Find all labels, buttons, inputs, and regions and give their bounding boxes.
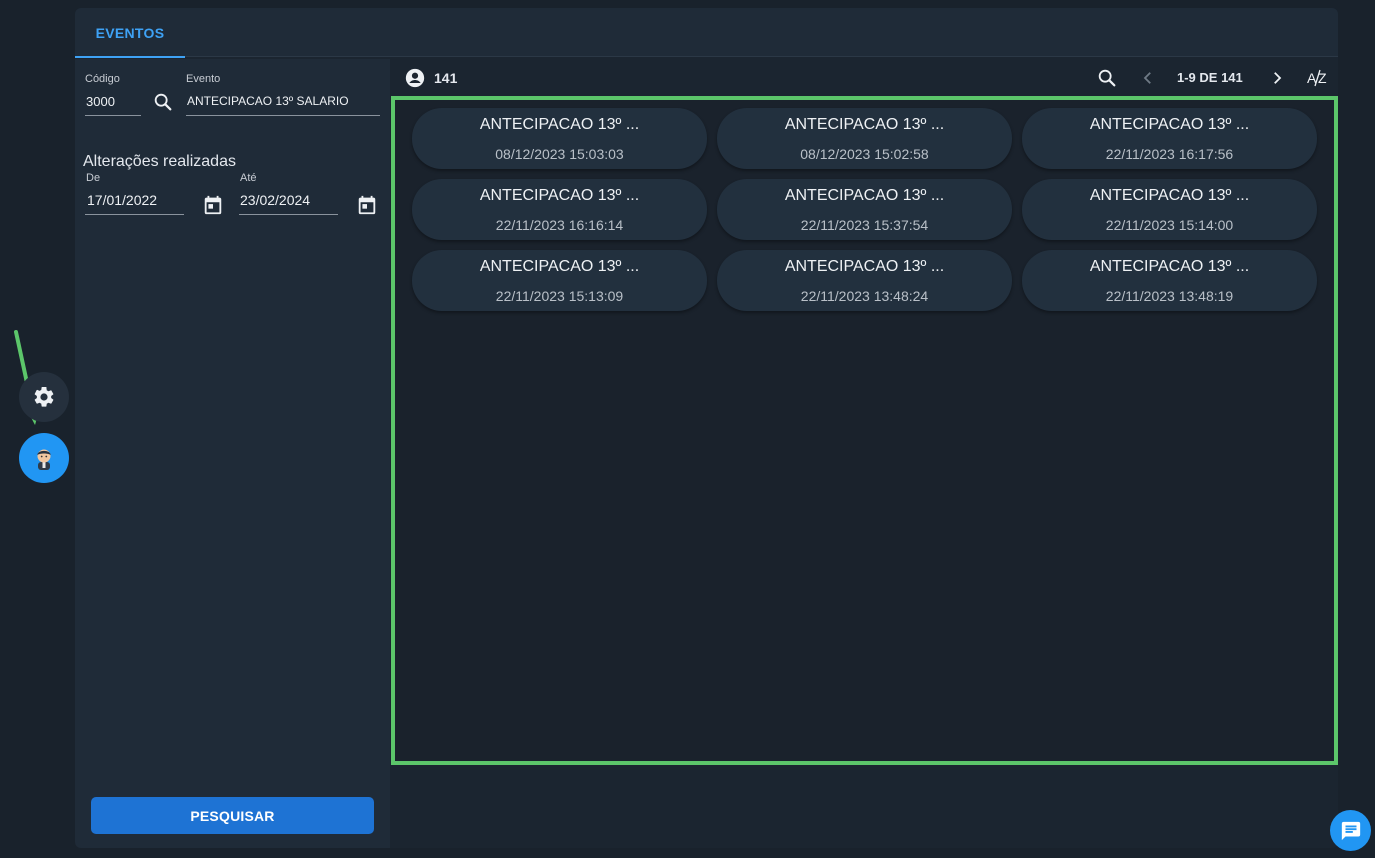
tab-label: EVENTOS xyxy=(95,24,165,41)
ate-underline xyxy=(239,214,338,215)
user-avatar-button[interactable] xyxy=(19,433,69,483)
event-card[interactable]: ANTECIPACAO 13º ... 22/11/2023 13:48:19 xyxy=(1022,250,1317,311)
event-card[interactable]: ANTECIPACAO 13º ... 22/11/2023 16:17:56 xyxy=(1022,108,1317,169)
card-title: ANTECIPACAO 13º ... xyxy=(784,258,945,275)
card-date: 08/12/2023 15:03:03 xyxy=(495,146,624,162)
card-title: ANTECIPACAO 13º ... xyxy=(1089,116,1250,133)
filter-sidebar: Código 3000 Evento ANTECIPACAO 13º SALAR… xyxy=(75,59,390,848)
tab-eventos[interactable]: EVENTOS xyxy=(75,8,185,58)
section-title: Alterações realizadas xyxy=(83,153,236,170)
card-date: 08/12/2023 15:02:58 xyxy=(800,146,929,162)
evento-underline xyxy=(186,115,380,116)
prev-page-button[interactable] xyxy=(1137,66,1159,90)
card-title: ANTECIPACAO 13º ... xyxy=(784,116,945,133)
de-underline xyxy=(85,214,184,215)
card-title: ANTECIPACAO 13º ... xyxy=(1089,258,1250,275)
account-circle-icon xyxy=(405,68,425,88)
card-title: ANTECIPACAO 13º ... xyxy=(479,187,640,204)
event-card[interactable]: ANTECIPACAO 13º ... 22/11/2023 15:13:09 xyxy=(412,250,707,311)
chat-button[interactable] xyxy=(1330,810,1371,851)
ate-value: 23/02/2024 xyxy=(240,192,311,208)
gear-icon xyxy=(34,386,54,407)
settings-button[interactable] xyxy=(19,372,69,422)
results-grid: ANTECIPACAO 13º ... 08/12/2023 15:03:03 … xyxy=(391,96,1338,765)
pagination-text: 1-9 DE 141 xyxy=(1177,70,1243,85)
card-date: 22/11/2023 16:16:14 xyxy=(495,217,624,233)
card-title: ANTECIPACAO 13º ... xyxy=(479,116,640,133)
next-page-button[interactable] xyxy=(1266,66,1288,90)
pesquisar-button[interactable]: PESQUISAR xyxy=(91,797,374,834)
event-card[interactable]: ANTECIPACAO 13º ... 08/12/2023 15:03:03 xyxy=(412,108,707,169)
calendar-icon xyxy=(358,195,376,215)
results-count: 141 xyxy=(404,67,457,89)
de-label: De xyxy=(86,172,101,184)
codigo-value: 3000 xyxy=(86,94,115,109)
sort-button[interactable]: A Z xyxy=(1305,66,1331,90)
chat-icon xyxy=(1341,821,1360,840)
card-title: ANTECIPACAO 13º ... xyxy=(479,258,640,275)
de-calendar-button[interactable] xyxy=(200,192,226,218)
event-card[interactable]: ANTECIPACAO 13º ... 22/11/2023 16:16:14 xyxy=(412,179,707,240)
card-title: ANTECIPACAO 13º ... xyxy=(1089,187,1250,204)
tab-bar: EVENTOS xyxy=(75,8,1338,58)
event-card[interactable]: ANTECIPACAO 13º ... 22/11/2023 13:48:24 xyxy=(717,250,1012,311)
calendar-icon xyxy=(204,195,222,215)
search-icon xyxy=(154,93,172,111)
ate-label: Até xyxy=(240,172,257,184)
search-icon xyxy=(1098,69,1116,87)
card-date: 22/11/2023 15:37:54 xyxy=(800,217,929,233)
card-date: 22/11/2023 15:14:00 xyxy=(1105,217,1234,233)
chevron-right-icon xyxy=(1274,72,1282,84)
sort-az-icon: A Z xyxy=(1307,69,1327,87)
event-card[interactable]: ANTECIPACAO 13º ... 22/11/2023 15:37:54 xyxy=(717,179,1012,240)
codigo-search-button[interactable] xyxy=(149,89,177,115)
codigo-underline xyxy=(85,115,141,116)
results-search-button[interactable] xyxy=(1095,66,1119,90)
tab-active-indicator xyxy=(75,56,185,58)
count-value: 141 xyxy=(434,70,458,86)
event-card[interactable]: ANTECIPACAO 13º ... 22/11/2023 15:14:00 xyxy=(1022,179,1317,240)
event-card[interactable]: ANTECIPACAO 13º ... 08/12/2023 15:02:58 xyxy=(717,108,1012,169)
evento-label: Evento xyxy=(186,73,221,85)
chevron-left-icon xyxy=(1143,72,1151,84)
evento-value: ANTECIPACAO 13º SALARIO xyxy=(187,94,349,108)
card-date: 22/11/2023 16:17:56 xyxy=(1105,146,1234,162)
card-date: 22/11/2023 13:48:24 xyxy=(800,288,929,304)
codigo-label: Código xyxy=(85,73,120,85)
ate-calendar-button[interactable] xyxy=(354,192,380,218)
user-avatar-icon xyxy=(37,449,51,470)
card-date: 22/11/2023 13:48:19 xyxy=(1105,288,1234,304)
card-date: 22/11/2023 15:13:09 xyxy=(495,288,624,304)
de-value: 17/01/2022 xyxy=(87,192,158,208)
card-title: ANTECIPACAO 13º ... xyxy=(784,187,945,204)
